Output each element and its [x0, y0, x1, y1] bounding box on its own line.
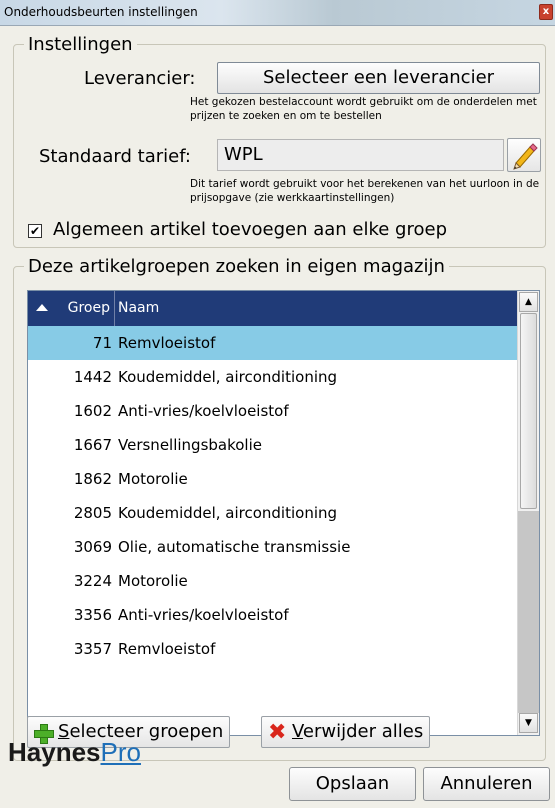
list-header: Groep Naam [28, 291, 518, 326]
artikelgroepen-list[interactable]: Groep Naam 71 Remvloeistof 1442 Koudemiddel… [27, 290, 540, 736]
scrollbar-track[interactable] [518, 511, 539, 713]
list-item[interactable]: 3224 Motorolie [28, 564, 518, 598]
select-leverancier-button[interactable]: Selecteer een leverancier [217, 62, 540, 94]
tarief-field[interactable]: WPL [217, 139, 504, 171]
cell-naam: Remvloeistof [118, 640, 216, 658]
list-item[interactable]: 3357 Remvloeistof [28, 632, 518, 666]
cell-groep: 1862 [73, 470, 112, 488]
leverancier-label: Leverancier: [84, 68, 196, 89]
column-header-naam[interactable]: Naam [118, 291, 159, 326]
cell-naam: Anti-vries/koelvloeistof [118, 402, 289, 420]
title-bar: Onderhoudsbeurten instellingen x [0, 0, 555, 26]
dialog-body: Instellingen Leverancier: Selecteer een … [0, 26, 555, 808]
cancel-button[interactable]: Annuleren [423, 767, 550, 801]
pencil-icon [513, 143, 538, 170]
delete-x-icon: ✖ [268, 720, 287, 745]
list-item[interactable]: 2805 Koudemiddel, airconditioning [28, 496, 518, 530]
cell-naam: Versnellingsbakolie [118, 436, 262, 454]
cell-groep: 3356 [73, 606, 112, 624]
cell-groep: 3357 [73, 640, 112, 658]
column-header-groep[interactable]: Groep [28, 291, 115, 326]
artikelgroepen-legend: Deze artikelgroepen zoeken in eigen maga… [28, 256, 445, 277]
instellingen-legend: Instellingen [28, 34, 133, 55]
list-item[interactable]: 1862 Motorolie [28, 462, 518, 496]
sort-ascending-icon [36, 304, 48, 311]
close-icon[interactable]: x [539, 4, 553, 20]
cell-groep: 3069 [73, 538, 112, 556]
cell-naam: Motorolie [118, 572, 188, 590]
cell-naam: Olie, automatische transmissie [118, 538, 351, 556]
list-item[interactable]: 1667 Versnellingsbakolie [28, 428, 518, 462]
vertical-scrollbar[interactable]: ▲ ▼ [517, 291, 539, 735]
cell-groep: 3224 [73, 572, 112, 590]
cell-naam: Koudemiddel, airconditioning [118, 368, 338, 386]
cell-groep: 1667 [73, 436, 112, 454]
list-item[interactable]: 1602 Anti-vries/koelvloeistof [28, 394, 518, 428]
list-item[interactable]: 3069 Olie, automatische transmissie [28, 530, 518, 564]
scroll-up-icon[interactable]: ▲ [519, 292, 538, 312]
list-item[interactable]: 71 Remvloeistof [28, 326, 518, 360]
algemeen-label: Algemeen artikel toevoegen aan elke groe… [53, 219, 447, 240]
cell-groep: 1442 [73, 368, 112, 386]
cell-naam: Remvloeistof [118, 334, 216, 352]
save-button[interactable]: Opslaan [289, 767, 416, 801]
tarief-note: Dit tarief wordt gebruikt voor het berek… [190, 178, 540, 204]
cell-groep: 2805 [73, 504, 112, 522]
tarief-label: Standaard tarief: [39, 146, 191, 167]
list-item[interactable]: 1442 Koudemiddel, airconditioning [28, 360, 518, 394]
cell-groep: 71 [92, 334, 112, 352]
algemeen-checkbox[interactable]: ✔ [28, 224, 42, 238]
list-item[interactable]: 3356 Anti-vries/koelvloeistof [28, 598, 518, 632]
cell-naam: Koudemiddel, airconditioning [118, 504, 338, 522]
scrollbar-thumb[interactable] [520, 313, 537, 509]
edit-tarief-button[interactable] [507, 138, 541, 172]
window-title: Onderhoudsbeurten instellingen [4, 5, 198, 19]
cell-naam: Motorolie [118, 470, 188, 488]
scroll-down-icon[interactable]: ▼ [519, 713, 538, 733]
cell-groep: 1602 [73, 402, 112, 420]
cell-naam: Anti-vries/koelvloeistof [118, 606, 289, 624]
haynespro-logo: HaynesPro [8, 737, 141, 767]
leverancier-note: Het gekozen bestelaccount wordt gebruikt… [190, 96, 537, 122]
list-rows: 71 Remvloeistof 1442 Koudemiddel, aircondit… [28, 326, 518, 666]
verwijder-alles-button[interactable]: ✖ Verwijder alles [261, 716, 431, 748]
